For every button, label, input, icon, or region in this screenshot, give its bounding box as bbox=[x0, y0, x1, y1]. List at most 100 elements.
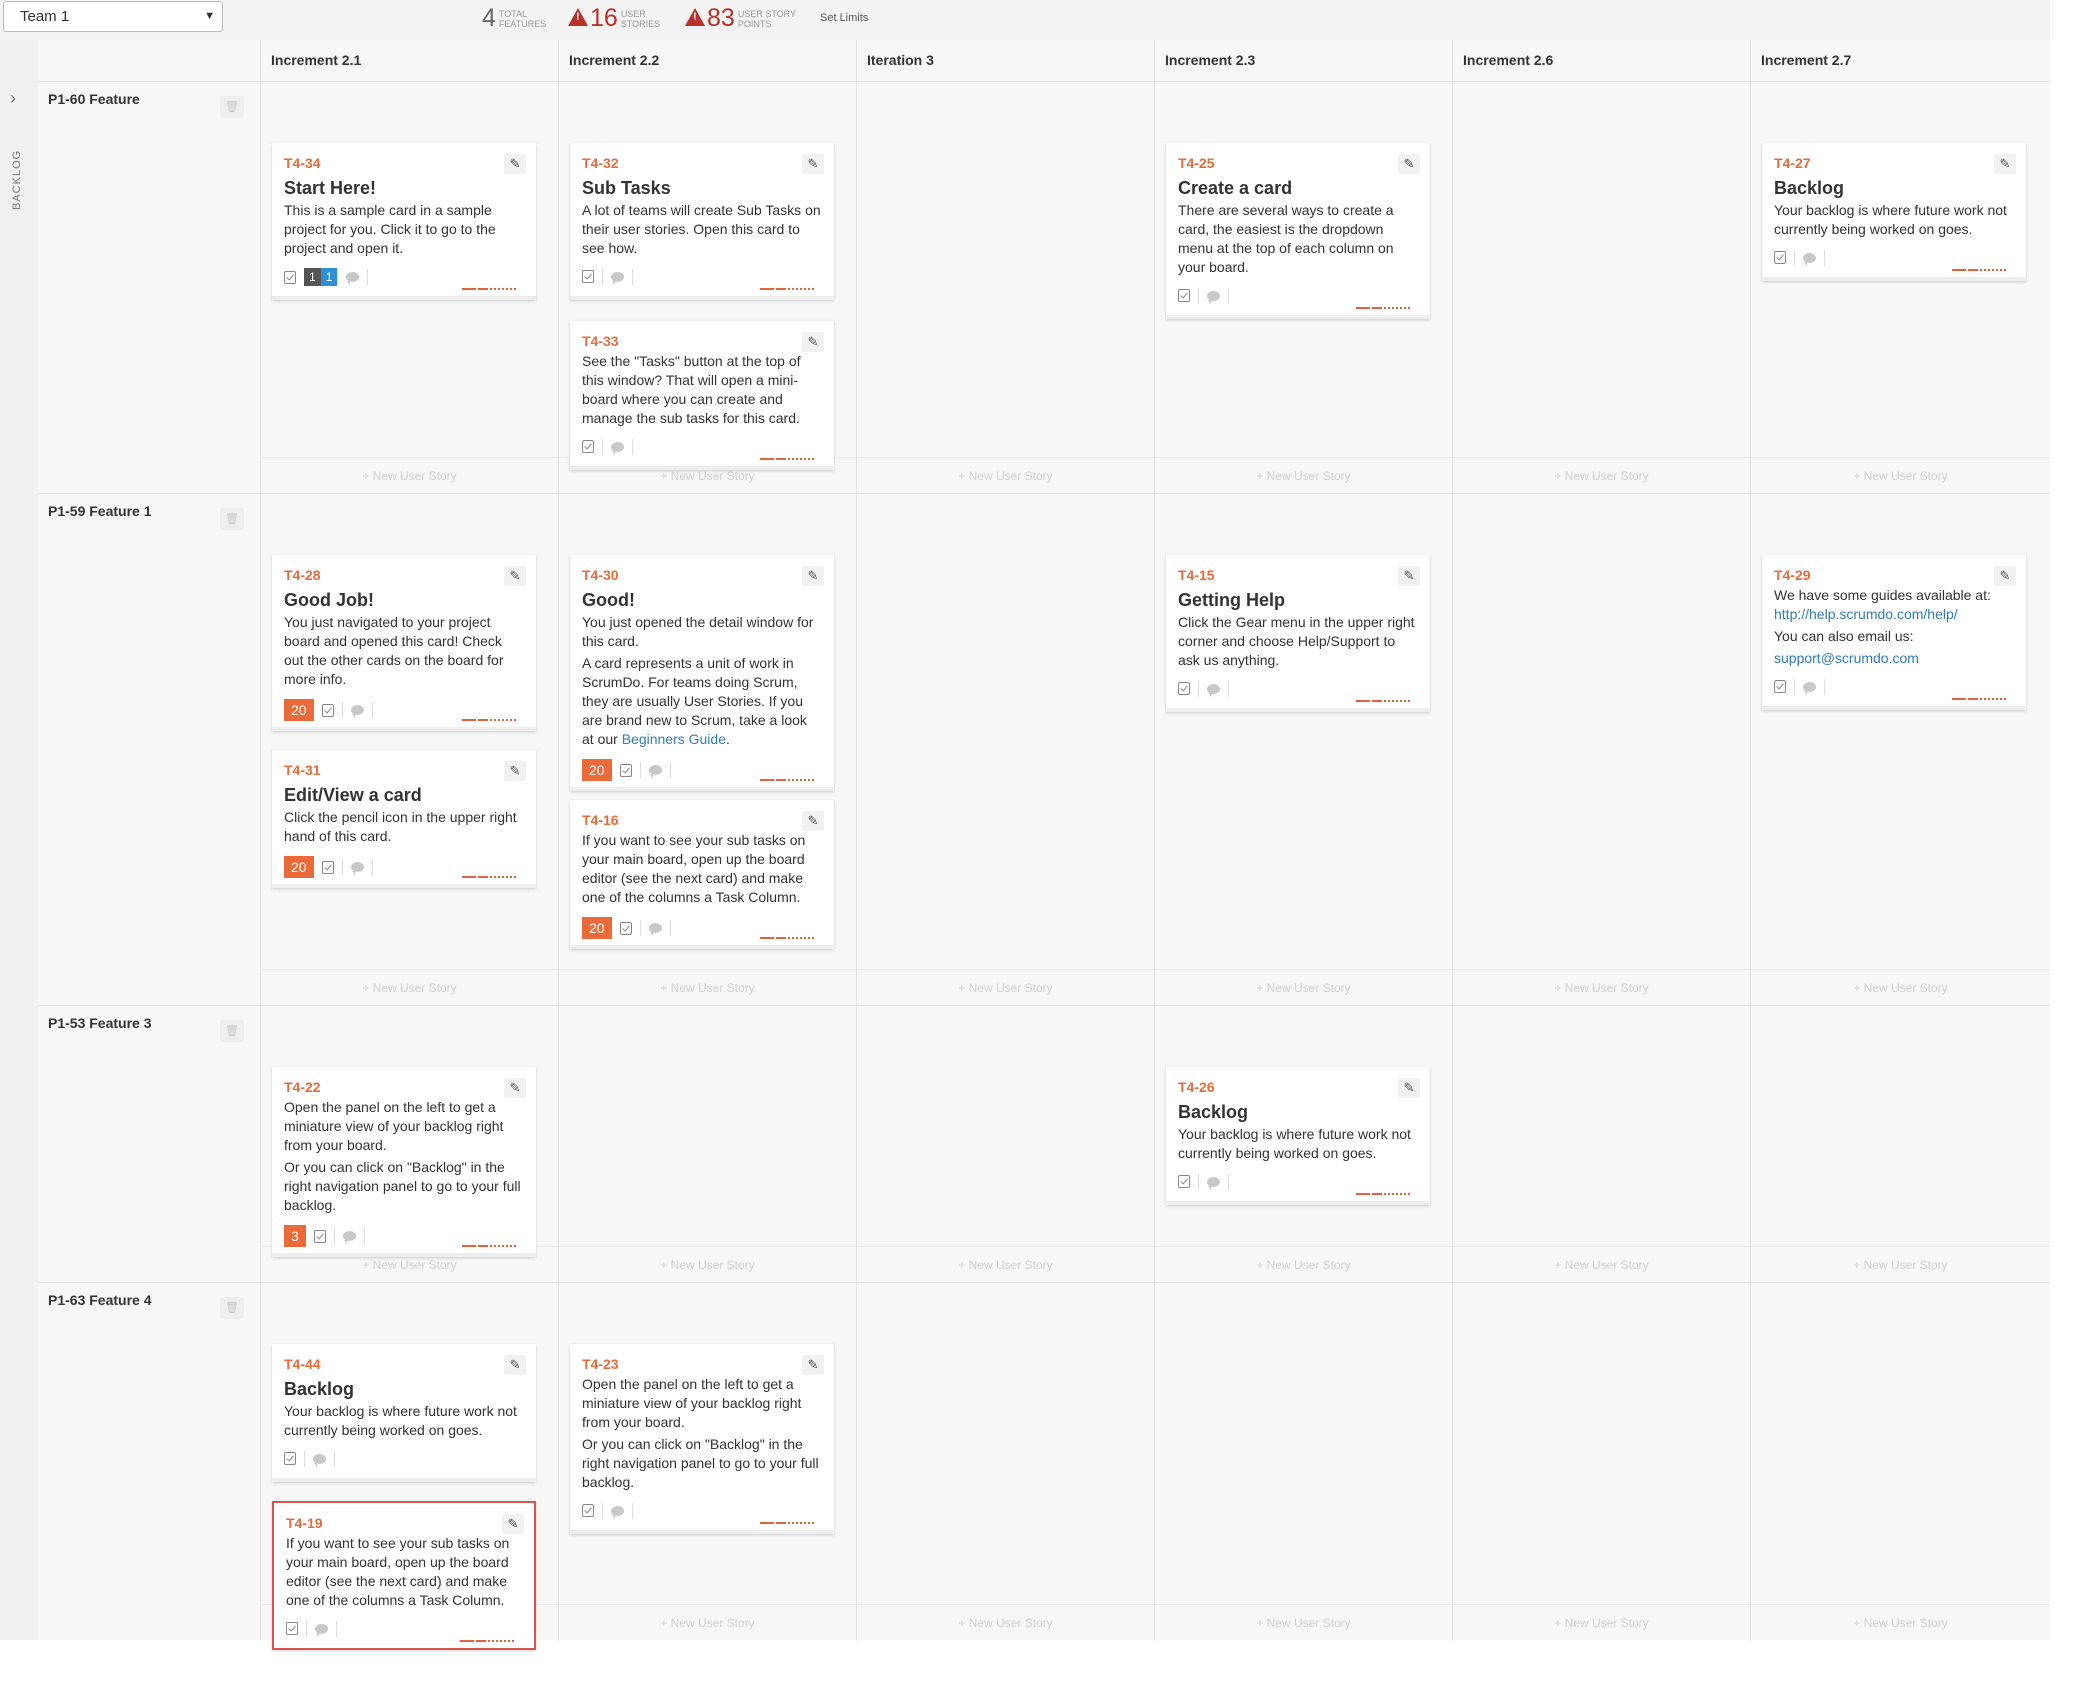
card-id[interactable]: T4-33 bbox=[582, 333, 822, 349]
task-checklist-icon[interactable] bbox=[582, 270, 594, 284]
pencil-icon[interactable]: ✎ bbox=[802, 1355, 824, 1375]
new-user-story-button[interactable]: + New User Story bbox=[261, 969, 558, 1006]
comment-icon[interactable] bbox=[313, 1453, 326, 1467]
lane-title[interactable]: P1-59 Feature 1 bbox=[48, 503, 152, 519]
comment-icon[interactable] bbox=[350, 705, 364, 718]
task-checklist-icon[interactable] bbox=[582, 1504, 594, 1518]
points-badge[interactable]: 3 bbox=[284, 1225, 306, 1247]
card-id[interactable]: T4-27 bbox=[1774, 155, 2014, 171]
story-card[interactable]: ✎ T4-29 We have some guides available at: … bbox=[1762, 555, 2026, 710]
new-user-story-button[interactable]: + New User Story bbox=[857, 1604, 1154, 1641]
new-user-story-button[interactable]: + New User Story bbox=[1155, 457, 1452, 494]
pencil-icon[interactable]: ✎ bbox=[1994, 566, 2016, 586]
task-checklist-icon[interactable] bbox=[284, 270, 296, 284]
trash-icon[interactable]: 🗑 bbox=[220, 1020, 244, 1042]
card-id[interactable]: T4-15 bbox=[1178, 567, 1418, 583]
column-header[interactable]: Increment 2.7 bbox=[1750, 40, 2050, 81]
new-user-story-button[interactable]: + New User Story bbox=[1155, 1604, 1452, 1641]
pencil-icon[interactable]: ✎ bbox=[802, 154, 824, 174]
new-user-story-button[interactable]: + New User Story bbox=[1453, 1246, 1750, 1283]
pencil-icon[interactable]: ✎ bbox=[802, 811, 824, 831]
help-link[interactable]: http://help.scrumdo.com/help/ bbox=[1774, 606, 1958, 622]
trash-icon[interactable]: 🗑 bbox=[220, 96, 244, 118]
pencil-icon[interactable]: ✎ bbox=[1398, 154, 1420, 174]
new-user-story-button[interactable]: + New User Story bbox=[1155, 1246, 1452, 1283]
card-id[interactable]: T4-16 bbox=[582, 812, 822, 828]
points-badge[interactable]: 20 bbox=[284, 699, 314, 721]
new-user-story-button[interactable]: + New User Story bbox=[857, 969, 1154, 1006]
new-user-story-button[interactable]: + New User Story bbox=[1453, 457, 1750, 494]
comment-icon[interactable] bbox=[1803, 252, 1816, 266]
card-id[interactable]: T4-28 bbox=[284, 567, 524, 583]
support-email-link[interactable]: support@scrumdo.com bbox=[1774, 650, 1919, 666]
column-header[interactable]: Iteration 3 bbox=[856, 40, 1154, 81]
story-card[interactable]: ✎ T4-22 Open the panel on the left to get … bbox=[272, 1067, 536, 1257]
story-card[interactable]: ✎ T4-25 Create a card There are several way… bbox=[1166, 143, 1430, 319]
task-checklist-icon[interactable] bbox=[321, 703, 334, 717]
story-card[interactable]: ✎ T4-15 Getting Help Click the Gear menu in… bbox=[1166, 555, 1430, 712]
comment-icon[interactable] bbox=[350, 862, 364, 875]
card-id[interactable]: T4-25 bbox=[1178, 155, 1418, 171]
new-user-story-button[interactable]: + New User Story bbox=[1751, 1246, 2050, 1283]
points-badge[interactable]: 20 bbox=[582, 759, 612, 781]
lane-title[interactable]: P1-53 Feature 3 bbox=[48, 1015, 152, 1031]
task-checklist-icon[interactable] bbox=[1774, 680, 1786, 694]
task-checklist-icon[interactable] bbox=[1178, 289, 1190, 303]
new-user-story-button[interactable]: + New User Story bbox=[559, 1246, 856, 1283]
pencil-icon[interactable]: ✎ bbox=[504, 154, 526, 174]
set-limits-link[interactable]: Set Limits bbox=[820, 12, 868, 24]
comment-icon[interactable] bbox=[1207, 1176, 1220, 1190]
column-header[interactable]: Increment 2.6 bbox=[1452, 40, 1750, 81]
points-badge[interactable]: 20 bbox=[582, 917, 612, 939]
story-card[interactable]: ✎ T4-16 If you want to see your sub tasks … bbox=[570, 800, 834, 949]
new-user-story-button[interactable]: + New User Story bbox=[1751, 969, 2050, 1006]
task-checklist-icon[interactable] bbox=[1178, 1175, 1190, 1189]
pencil-icon[interactable]: ✎ bbox=[802, 566, 824, 586]
comment-icon[interactable] bbox=[1207, 290, 1220, 304]
new-user-story-button[interactable]: + New User Story bbox=[559, 1604, 856, 1641]
card-id[interactable]: T4-34 bbox=[284, 155, 524, 171]
pencil-icon[interactable]: ✎ bbox=[1398, 566, 1420, 586]
task-checklist-icon[interactable] bbox=[321, 860, 334, 874]
new-user-story-button[interactable]: + New User Story bbox=[1751, 457, 2050, 494]
pencil-icon[interactable]: ✎ bbox=[1398, 1078, 1420, 1098]
story-card[interactable]: ✎ T4-31 Edit/View a card Click the pencil i… bbox=[272, 750, 536, 888]
comment-icon[interactable] bbox=[648, 765, 662, 778]
task-checklist-icon[interactable] bbox=[313, 1229, 326, 1243]
new-user-story-button[interactable]: + New User Story bbox=[261, 457, 558, 494]
story-card[interactable]: ✎ T4-44 Backlog Your backlog is where futur… bbox=[272, 1344, 536, 1482]
comment-icon[interactable] bbox=[611, 441, 624, 455]
column-header[interactable]: Increment 2.1 bbox=[260, 40, 558, 81]
card-id[interactable]: T4-31 bbox=[284, 762, 524, 778]
pencil-icon[interactable]: ✎ bbox=[502, 1514, 524, 1534]
card-id[interactable]: T4-22 bbox=[284, 1079, 524, 1095]
column-header[interactable]: Increment 2.3 bbox=[1154, 40, 1452, 81]
card-id[interactable]: T4-19 bbox=[286, 1515, 522, 1531]
new-user-story-button[interactable]: + New User Story bbox=[1453, 1604, 1750, 1641]
comment-icon[interactable] bbox=[315, 1623, 328, 1637]
task-checklist-icon[interactable] bbox=[1774, 251, 1786, 265]
story-card[interactable]: ✎ T4-30 Good! You just opened the detail wi… bbox=[570, 555, 834, 791]
card-id[interactable]: T4-26 bbox=[1178, 1079, 1418, 1095]
pencil-icon[interactable]: ✎ bbox=[504, 1078, 526, 1098]
new-user-story-button[interactable]: + New User Story bbox=[1155, 969, 1452, 1006]
comment-icon[interactable] bbox=[1207, 683, 1220, 697]
new-user-story-button[interactable]: + New User Story bbox=[1453, 969, 1750, 1006]
pencil-icon[interactable]: ✎ bbox=[504, 761, 526, 781]
comment-icon[interactable] bbox=[611, 271, 624, 285]
story-card[interactable]: ✎ T4-33 See the "Tasks" button at the top … bbox=[570, 321, 834, 470]
beginners-guide-link[interactable]: Beginners Guide bbox=[622, 731, 726, 747]
lane-title[interactable]: P1-63 Feature 4 bbox=[48, 1292, 152, 1308]
new-user-story-button[interactable]: + New User Story bbox=[1751, 1604, 2050, 1641]
card-id[interactable]: T4-29 bbox=[1774, 567, 2014, 583]
task-checklist-icon[interactable] bbox=[582, 440, 594, 454]
story-card[interactable]: ✎ T4-32 Sub Tasks A lot of teams will creat… bbox=[570, 143, 834, 300]
story-card[interactable]: ✎ T4-19 If you want to see your sub tasks … bbox=[272, 1501, 536, 1650]
task-checklist-icon[interactable] bbox=[1178, 682, 1190, 696]
trash-icon[interactable]: 🗑 bbox=[220, 1297, 244, 1319]
pencil-icon[interactable]: ✎ bbox=[504, 566, 526, 586]
story-card[interactable]: ✎ T4-26 Backlog Your backlog is where futur… bbox=[1166, 1067, 1430, 1205]
card-id[interactable]: T4-23 bbox=[582, 1356, 822, 1372]
story-card[interactable]: ✎ T4-23 Open the panel on the left to get … bbox=[570, 1344, 834, 1534]
task-checklist-icon[interactable] bbox=[619, 921, 632, 935]
